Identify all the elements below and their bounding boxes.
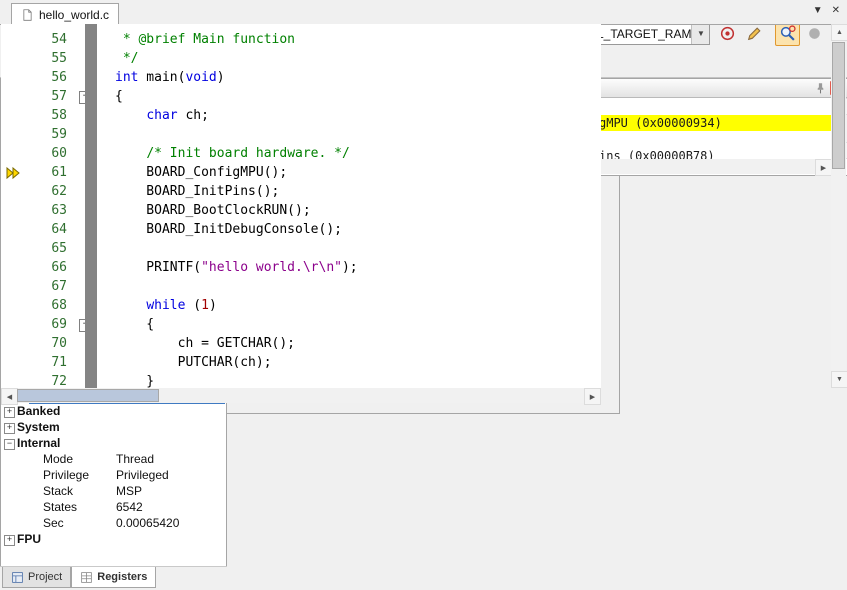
scroll-right-icon[interactable]: ▶ [815,159,832,176]
line-number: 65 [1,239,77,258]
register-row-internal[interactable]: −Internal [1,436,226,452]
line-number: 62 [1,182,77,201]
register-row-fpu[interactable]: +FPU [1,532,226,548]
code-text [95,239,115,258]
line-number: 56 [1,68,77,87]
tab-label: Registers [97,571,147,583]
register-name: System [17,420,60,435]
code-text: while (1) [95,296,217,315]
workspace-tab-bar: Project Registers [0,566,227,590]
register-name: Banked [17,404,60,419]
register-name: FPU [17,532,41,547]
close-icon[interactable]: ✕ [832,5,840,16]
pin-icon[interactable] [813,81,828,95]
code-text [95,125,115,144]
chevron-down-icon[interactable]: ▼ [691,24,709,44]
scroll-left-icon[interactable]: ◀ [1,388,18,405]
scrollbar-corner [831,388,846,403]
line-number: 59 [1,125,77,144]
code-text: BOARD_InitDebugConsole(); [95,220,342,239]
register-name: Stack [43,484,73,499]
chevron-down-icon[interactable]: ▼ [813,5,823,16]
line-number: 69 [1,315,77,334]
register-row-privilege[interactable]: Privilege Privileged [1,468,226,484]
code-text: { [95,315,154,334]
register-value: 0.00065420 [116,516,179,531]
code-text: ch = GETCHAR(); [95,334,295,353]
register-value: 6542 [116,500,143,515]
expand-icon[interactable]: + [4,407,15,418]
file-icon [21,8,34,22]
code-text: BOARD_InitPins(); [95,182,279,201]
code-text: BOARD_ConfigMPU(); [95,163,287,182]
expand-icon[interactable]: + [4,423,15,434]
register-name: Internal [17,436,60,451]
line-number: 71 [1,353,77,372]
editor-tab-bar: hello_world.c ▼ ✕ [0,0,847,25]
code-text: /* Init board hardware. */ [95,144,350,163]
target-select[interactable]: BL_TARGET_RAM▼ [583,23,710,45]
line-number: 55 [1,49,77,68]
line-number: 54 [1,30,77,49]
code-text: * @brief Main function [95,30,295,49]
line-number: 68 [1,296,77,315]
editor-horizontal-scrollbar[interactable]: ◀ ▶ [1,388,601,403]
code-text [95,277,115,296]
ide-window: FileEditViewProjectFlashDebugPeripherals… [0,0,847,590]
tab-label: Project [28,571,62,583]
register-name: Mode [43,452,73,467]
register-row-banked[interactable]: +Banked [1,404,226,420]
line-number: 66 [1,258,77,277]
line-number: 67 [1,277,77,296]
scroll-down-icon[interactable]: ▼ [831,371,847,388]
line-number: 57 [1,87,77,106]
line-number: 60 [1,144,77,163]
register-row-system[interactable]: +System [1,420,226,436]
tab-label: hello_world.c [39,8,109,22]
code-editor[interactable]: 54 * @brief Main function 55 */ 56 int main… [1,24,601,388]
scroll-up-icon[interactable]: ▲ [831,24,847,41]
line-number: 64 [1,220,77,239]
workspace-tab-project[interactable]: Project [2,567,71,588]
execution-arrow-icon [5,166,22,180]
collapse-icon[interactable]: − [4,439,15,450]
register-row-states[interactable]: States 6542 [1,500,226,516]
register-value: MSP [116,484,142,499]
code-text: } [95,372,154,388]
registers-tab-icon [80,571,93,584]
editor-panel: hello_world.c ▼ ✕ 54 * @brief Main funct… [0,0,620,414]
scroll-right-icon[interactable]: ▶ [584,388,601,405]
scrollbar-thumb[interactable] [17,389,159,402]
register-value: Thread [116,452,154,467]
code-text: char ch; [95,106,209,125]
register-row-sec[interactable]: Sec 0.00065420 [1,516,226,532]
editor-margin-strip [85,24,97,388]
project-tab-icon [11,571,24,584]
line-number: 58 [1,106,77,125]
code-text: BOARD_BootClockRUN(); [95,201,311,220]
code-text: int main(void) [95,68,225,87]
code-text: */ [95,49,138,68]
register-row-stack[interactable]: Stack MSP [1,484,226,500]
line-number: 70 [1,334,77,353]
register-name: Privilege [43,468,89,483]
register-row-mode[interactable]: Mode Thread [1,452,226,468]
code-text: PRINTF("hello world.\r\n"); [95,258,358,277]
editor-vertical-scrollbar[interactable]: ▲ ▼ [831,24,846,388]
expand-icon[interactable]: + [4,535,15,546]
tab-bar-controls: ▼ ✕ [813,5,840,16]
code-text: { [95,87,123,106]
workspace-tab-registers[interactable]: Registers [71,567,156,588]
tab-hello-world-c[interactable]: hello_world.c [11,3,119,25]
scrollbar-thumb[interactable] [832,42,845,169]
register-name: States [43,500,77,515]
code-text: PUTCHAR(ch); [95,353,272,372]
register-value: Privileged [116,468,169,483]
line-number: 63 [1,201,77,220]
line-number: 72 [1,372,77,388]
register-name: Sec [43,516,64,531]
